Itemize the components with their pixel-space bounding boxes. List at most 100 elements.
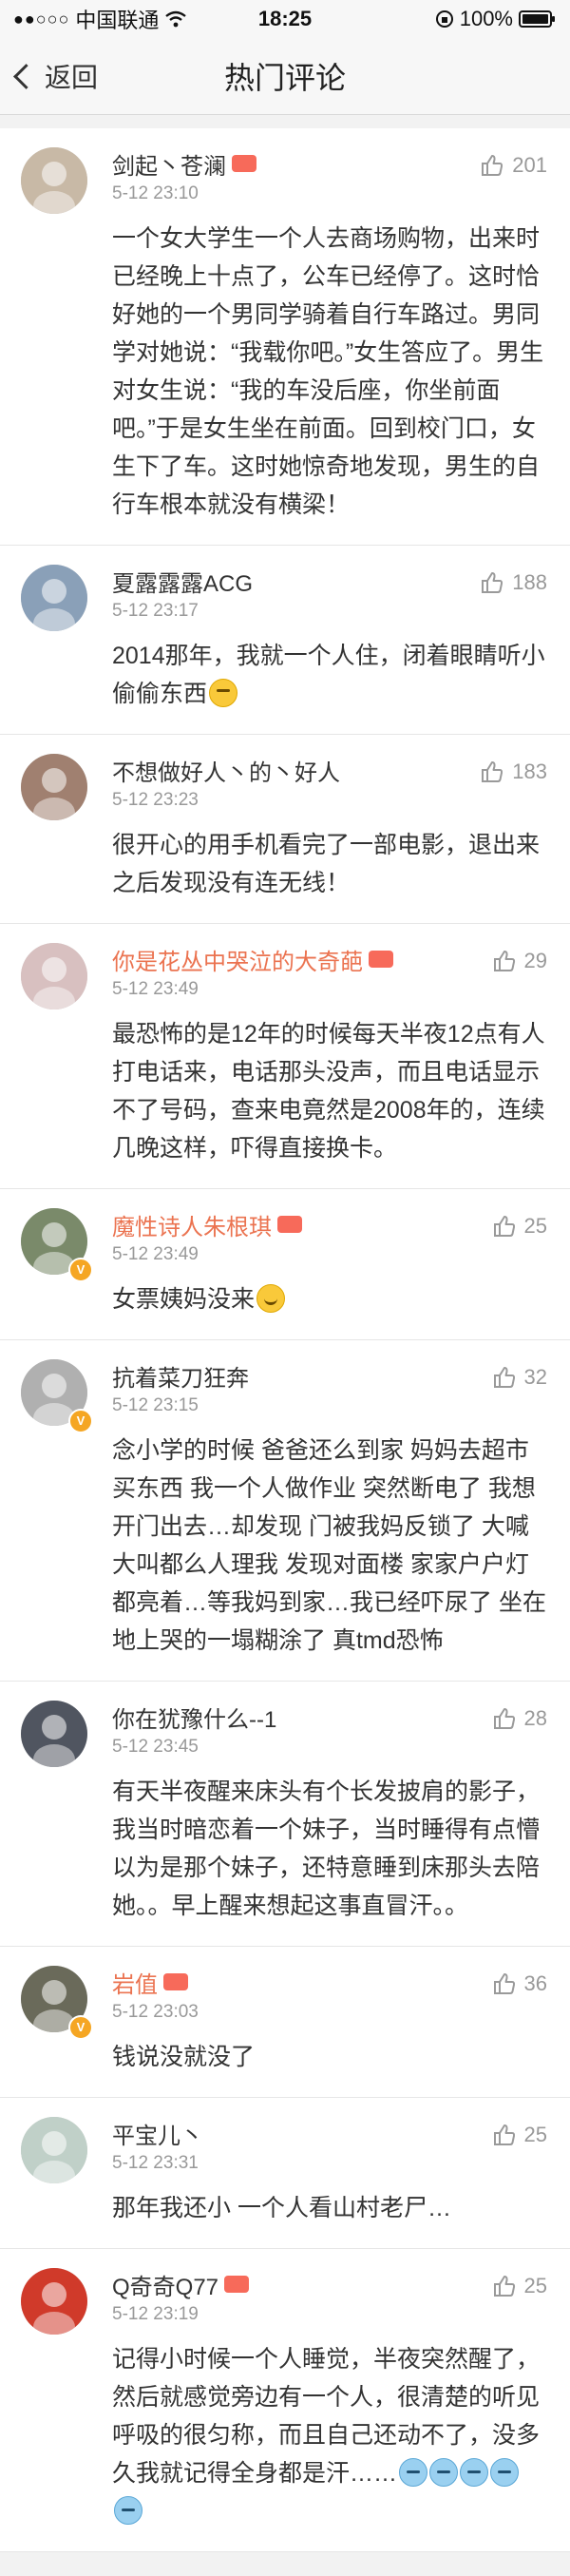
- list-top-spacer: [0, 115, 570, 128]
- comment-text: 那年我还小 一个人看山村老尸…: [112, 2195, 451, 2221]
- username-link[interactable]: 抗着菜刀狂奔: [112, 1359, 249, 1393]
- sweat-emoji-icon: [114, 2496, 142, 2525]
- orientation-lock-icon: [435, 10, 453, 28]
- like-button[interactable]: 188: [480, 570, 547, 595]
- thumbs-up-icon: [493, 1708, 515, 1729]
- battery-percent: 100%: [459, 7, 513, 30]
- comment-list: 剑起丶苍澜 5-12 23:10 201 一个女大学生一个人去商场购物，出来时已经晚上…: [0, 128, 570, 2552]
- user-avatar[interactable]: [21, 147, 87, 214]
- think-emoji-icon: [209, 679, 238, 707]
- like-count: 28: [523, 1706, 547, 1730]
- sweat-emoji-icon: [399, 2458, 428, 2487]
- comment-body: 钱说没就没了: [112, 2038, 547, 2076]
- comment-text: 最恐怖的是12年的时候每天半夜12点有人打电话来，电话那头没声，而且电话显示不了…: [112, 1021, 545, 1162]
- user-avatar[interactable]: [21, 2117, 87, 2183]
- thumbs-up-icon: [493, 2276, 515, 2297]
- like-count: 36: [523, 1971, 547, 1995]
- comment-body: 很开心的用手机看完了一部电影，退出来之后发现没有连无线！: [112, 826, 547, 902]
- thumbs-up-icon: [493, 1973, 515, 1994]
- username-link[interactable]: 魔性诗人朱根琪: [112, 1208, 272, 1241]
- comment-timestamp: 5-12 23:15: [112, 1395, 199, 1415]
- comment-text: 很开心的用手机看完了一部电影，退出来之后发现没有连无线！: [112, 832, 541, 896]
- like-button[interactable]: 25: [492, 2274, 547, 2298]
- comment-body: 一个女大学生一个人去商场购物，出来时已经晚上十点了，公车已经停了。这时恰好她的一…: [112, 220, 547, 524]
- carrier-label: 中国联通: [75, 9, 160, 32]
- username-link[interactable]: Q奇奇Q77: [112, 2268, 218, 2301]
- like-count: 183: [512, 759, 547, 783]
- verified-badge-icon: V: [68, 2015, 93, 2040]
- comment-timestamp: 5-12 23:03: [112, 2002, 199, 2022]
- comment-body: 有天半夜醒来床头有个长发披肩的影子，我当时暗恋着一个妹子，当时睡得有点懵以为是那…: [112, 1773, 547, 1925]
- username-link[interactable]: 你在犹豫什么--1: [112, 1701, 276, 1734]
- user-avatar[interactable]: [21, 1701, 87, 1767]
- like-button[interactable]: 32: [492, 1365, 547, 1390]
- comment-body: 念小学的时候 爸爸还么到家 妈妈去超市买东西 我一个人做作业 突然断电了 我想开…: [112, 1432, 547, 1660]
- comment-item[interactable]: 剑起丶苍澜 5-12 23:10 201 一个女大学生一个人去商场购物，出来时已经晚上…: [0, 128, 570, 546]
- signal-strength-icon: ●●○○○: [13, 9, 70, 29]
- comment-text: 念小学的时候 爸爸还么到家 妈妈去超市买东西 我一个人做作业 突然断电了 我想开…: [112, 1437, 546, 1654]
- comment-header: 你是花丛中哭泣的大奇葩: [112, 941, 547, 977]
- username-link[interactable]: 你是花丛中哭泣的大奇葩: [112, 943, 363, 976]
- thumbs-up-icon: [482, 572, 504, 593]
- thumbs-up-icon: [493, 1216, 515, 1237]
- user-avatar[interactable]: [21, 754, 87, 820]
- like-count: 25: [523, 2123, 547, 2146]
- like-button[interactable]: 29: [492, 949, 547, 973]
- thumbs-up-icon: [493, 2124, 515, 2145]
- comment-header: 岩值: [112, 1964, 547, 2000]
- comment-header: 你在犹豫什么--1: [112, 1699, 547, 1735]
- comment-header: 魔性诗人朱根琪: [112, 1206, 547, 1242]
- sweat-emoji-icon: [460, 2458, 489, 2487]
- user-avatar[interactable]: [21, 2268, 87, 2335]
- comment-timestamp: 5-12 23:45: [112, 1737, 199, 1757]
- comment-timestamp: 5-12 23:19: [112, 2304, 199, 2324]
- like-count: 32: [523, 1365, 547, 1389]
- comment-body: 2014那年，我就一个人住，闭着眼睛听小偷偷东西: [112, 637, 547, 713]
- comment-timestamp: 5-12 23:10: [112, 183, 199, 203]
- user-avatar[interactable]: [21, 943, 87, 1009]
- like-button[interactable]: 25: [492, 1214, 547, 1239]
- comment-item[interactable]: 不想做好人丶的丶好人 5-12 23:23 183 很开心的用手机看完了一部电影，退出…: [0, 735, 570, 924]
- user-avatar[interactable]: [21, 565, 87, 631]
- comment-timestamp: 5-12 23:49: [112, 979, 199, 999]
- comment-text: 2014那年，我就一个人住，闭着眼睛听小偷偷东西: [112, 643, 545, 707]
- comment-header: 平宝儿丶: [112, 2115, 547, 2151]
- thumbs-up-icon: [482, 761, 504, 782]
- navigation-bar: 返回 热门评论: [0, 38, 570, 115]
- verified-badge-icon: V: [68, 1409, 93, 1433]
- comment-item[interactable]: V 魔性诗人朱根琪 5-12 23:49 25 女票姨妈没来: [0, 1189, 570, 1340]
- username-link[interactable]: 岩值: [112, 1966, 158, 1999]
- username-link[interactable]: 平宝儿丶: [112, 2117, 203, 2150]
- comment-item[interactable]: 你是花丛中哭泣的大奇葩 5-12 23:49 29 最恐怖的是12年的时候每天半夜12…: [0, 924, 570, 1189]
- username-link[interactable]: 不想做好人丶的丶好人: [112, 754, 340, 787]
- comment-item[interactable]: V 抗着菜刀狂奔 5-12 23:15 32 念小学的时候 爸爸还么到家 妈妈去超市买东…: [0, 1340, 570, 1682]
- comment-item[interactable]: 你在犹豫什么--1 5-12 23:45 28 有天半夜醒来床头有个长发披肩的影子，我…: [0, 1682, 570, 1947]
- like-button[interactable]: 36: [492, 1971, 547, 1996]
- comment-item[interactable]: 平宝儿丶 5-12 23:31 25 那年我还小 一个人看山村老尸…: [0, 2098, 570, 2249]
- like-button[interactable]: 25: [492, 2123, 547, 2147]
- member-badge-icon: [232, 155, 256, 172]
- username-link[interactable]: 剑起丶苍澜: [112, 147, 226, 181]
- comment-text: 一个女大学生一个人去商场购物，出来时已经晚上十点了，公车已经停了。这时恰好她的一…: [112, 225, 544, 518]
- like-count: 201: [512, 153, 547, 177]
- comment-item[interactable]: Q奇奇Q77 5-12 23:19 25 记得小时候一个人睡觉，半夜突然醒了，然后就感…: [0, 2249, 570, 2552]
- comment-item[interactable]: 夏露露露ACG 5-12 23:17 188 2014那年，我就一个人住，闭着眼睛听小…: [0, 546, 570, 735]
- thumbs-up-icon: [493, 1367, 515, 1388]
- comment-text: 女票姨妈没来: [112, 1286, 256, 1313]
- back-button[interactable]: 返回: [0, 57, 98, 95]
- member-badge-icon: [277, 1216, 302, 1233]
- like-button[interactable]: 201: [480, 153, 547, 178]
- comment-timestamp: 5-12 23:23: [112, 790, 199, 810]
- comment-text: 有天半夜醒来床头有个长发披肩的影子，我当时暗恋着一个妹子，当时睡得有点懵以为是那…: [112, 1778, 541, 1919]
- comment-item[interactable]: V 岩值 5-12 23:03 36 钱说没就没了: [0, 1947, 570, 2098]
- like-button[interactable]: 28: [492, 1706, 547, 1731]
- username-link[interactable]: 夏露露露ACG: [112, 565, 253, 598]
- back-label: 返回: [45, 63, 99, 92]
- like-button[interactable]: 183: [480, 759, 547, 784]
- like-count: 29: [523, 949, 547, 972]
- like-count: 188: [512, 570, 547, 594]
- comment-body: 最恐怖的是12年的时候每天半夜12点有人打电话来，电话那头没声，而且电话显示不了…: [112, 1015, 547, 1167]
- comment-body: 那年我还小 一个人看山村老尸…: [112, 2189, 547, 2227]
- member-badge-icon: [163, 1973, 188, 1990]
- wifi-icon: [165, 10, 187, 28]
